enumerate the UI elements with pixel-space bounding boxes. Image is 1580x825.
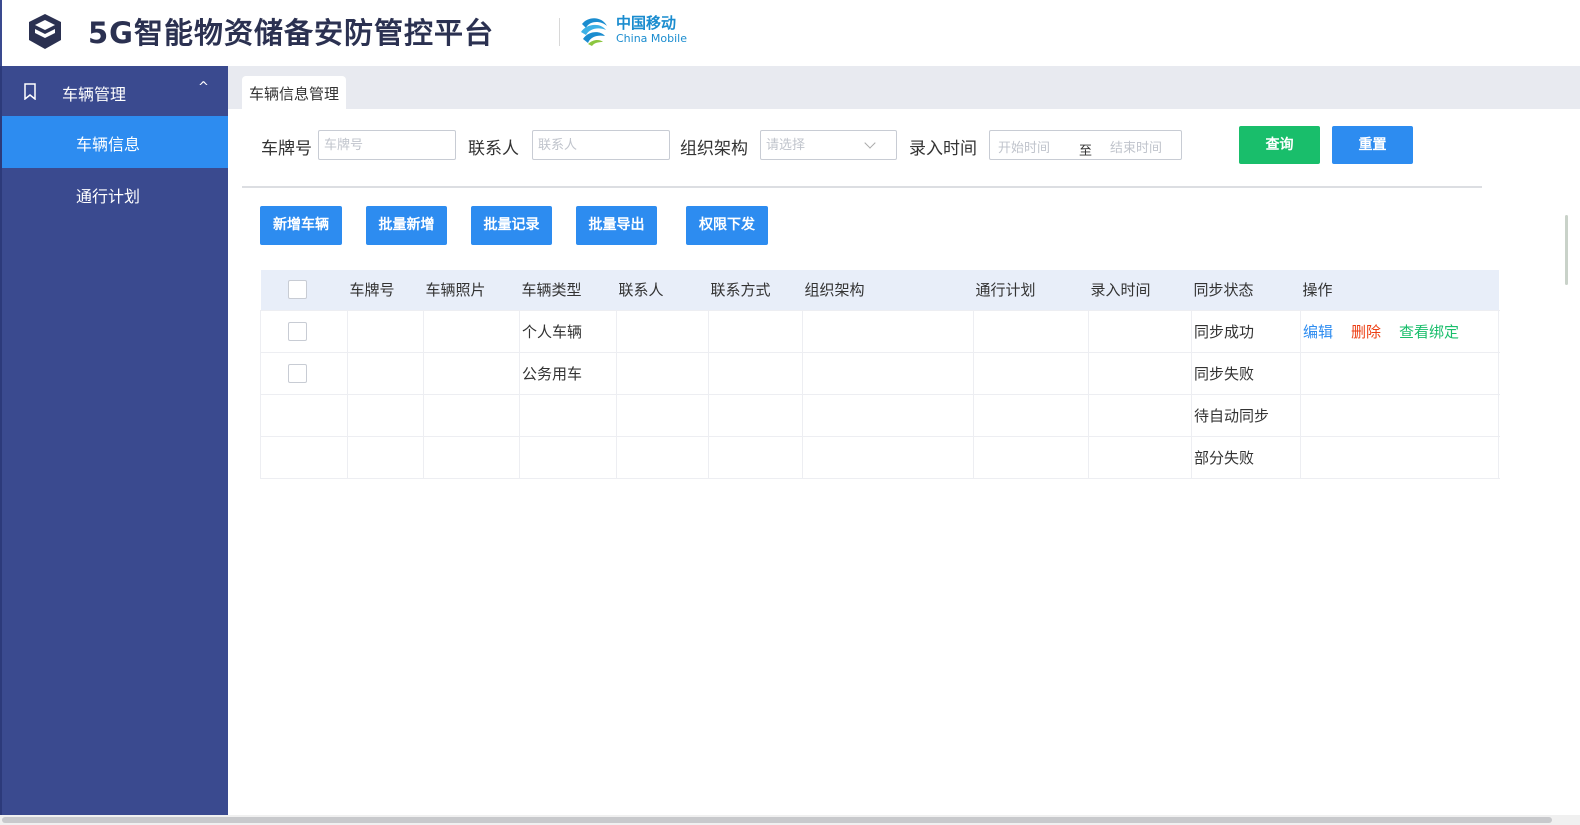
batch-record-button[interactable]: 批量记录: [471, 206, 552, 245]
column-header: 联系方式: [708, 270, 803, 310]
tab-bar: 车辆信息管理: [228, 66, 1580, 109]
table-row: 待自动同步: [260, 393, 1499, 437]
delete-link[interactable]: 删除: [1351, 323, 1381, 341]
view-binding-link[interactable]: 查看绑定: [1399, 323, 1459, 341]
vehicle-type-cell: [519, 393, 617, 437]
sidebar-group-vehicle-management[interactable]: 车辆管理 ^: [2, 66, 228, 116]
bookmark-icon: [24, 83, 36, 100]
vehicle-type-cell: [519, 435, 617, 479]
table-row: 公务用车 同步失败: [260, 351, 1499, 395]
partner-name: 中国移动: [616, 14, 677, 32]
column-header: 车牌号: [347, 270, 424, 310]
header-divider: [559, 18, 560, 46]
row-select-cell: [260, 351, 348, 395]
horizontal-scrollbar[interactable]: [0, 815, 1580, 825]
column-header: 车辆照片: [423, 270, 520, 310]
org-select[interactable]: [760, 130, 897, 160]
column-header: 车辆类型: [519, 270, 617, 310]
column-header: 联系人: [616, 270, 709, 310]
time-label: 录入时间: [909, 139, 977, 159]
column-header: 录入时间: [1088, 270, 1192, 310]
batch-add-button[interactable]: 批量新增: [366, 206, 447, 245]
row-checkbox[interactable]: [288, 321, 307, 341]
row-checkbox[interactable]: [288, 363, 307, 383]
tab-vehicle-info-management[interactable]: 车辆信息管理: [242, 76, 347, 109]
plate-input[interactable]: [318, 130, 456, 160]
side-handle[interactable]: [1565, 215, 1568, 285]
sync-status-cell: 同步成功: [1191, 309, 1301, 353]
table-row: 个人车辆 同步成功 编辑 删除 查看绑定: [260, 309, 1499, 353]
org-label: 组织架构: [680, 139, 748, 159]
plate-label: 车牌号: [261, 139, 312, 159]
operations-cell: 编辑 删除 查看绑定: [1300, 309, 1499, 353]
edit-link[interactable]: 编辑: [1303, 323, 1333, 341]
add-vehicle-button[interactable]: 新增车辆: [260, 206, 342, 245]
date-range-separator: 至: [1079, 144, 1093, 159]
sidebar-item-label: 通行计划: [76, 187, 141, 206]
date-range-picker[interactable]: 开始时间 至 结束时间: [989, 130, 1182, 160]
sidebar-group-label: 车辆管理: [62, 85, 127, 104]
divider: [242, 186, 1482, 188]
sidebar-item-vehicle-info[interactable]: 车辆信息: [2, 116, 228, 168]
select-all-cell: [260, 270, 348, 310]
operations-cell: [1300, 351, 1499, 395]
china-mobile-logo-icon: [581, 18, 607, 46]
operations-cell: [1300, 393, 1499, 437]
column-header: 操作: [1300, 270, 1499, 310]
query-button[interactable]: 查询: [1239, 126, 1320, 164]
column-header: 通行计划: [973, 270, 1089, 310]
sidebar-item-label: 车辆信息: [76, 135, 141, 154]
chevron-up-icon: ^: [198, 80, 209, 95]
reset-button[interactable]: 重置: [1332, 126, 1413, 164]
vehicle-type-cell: 个人车辆: [519, 309, 617, 353]
partner-name-en: China Mobile: [616, 32, 688, 45]
app-title: 5G智能物资储备安防管控平台: [88, 16, 494, 50]
column-header: 组织架构: [802, 270, 974, 310]
sidebar: 车辆管理 ^ 车辆信息 通行计划: [0, 66, 228, 825]
contact-label: 联系人: [468, 139, 519, 159]
scrollbar-thumb[interactable]: [2, 817, 1552, 823]
start-time-placeholder[interactable]: 开始时间: [998, 137, 1050, 156]
sync-status-cell: 同步失败: [1191, 351, 1301, 395]
sync-status-cell: 待自动同步: [1191, 393, 1301, 437]
vehicle-table: 车牌号 车辆照片 车辆类型 联系人 联系方式 组织架构 通行计划 录入时间 同步…: [260, 270, 1499, 479]
app-logo-icon: [29, 14, 61, 49]
operations-cell: [1300, 435, 1499, 479]
end-time-placeholder[interactable]: 结束时间: [1110, 137, 1162, 156]
vehicle-type-cell: 公务用车: [519, 351, 617, 395]
contact-input[interactable]: [532, 130, 670, 160]
row-select-cell: [260, 309, 348, 353]
sidebar-item-pass-plan[interactable]: 通行计划: [2, 168, 228, 220]
table-row: 部分失败: [260, 435, 1499, 479]
header: 5G智能物资储备安防管控平台 中国移动 China Mobile: [0, 0, 1580, 66]
table-header-row: 车牌号 车辆照片 车辆类型 联系人 联系方式 组织架构 通行计划 录入时间 同步…: [260, 270, 1499, 310]
sync-status-cell: 部分失败: [1191, 435, 1301, 479]
column-header: 同步状态: [1191, 270, 1301, 310]
select-all-checkbox[interactable]: [287, 280, 307, 300]
permission-issue-button[interactable]: 权限下发: [686, 206, 768, 245]
batch-export-button[interactable]: 批量导出: [576, 206, 657, 245]
